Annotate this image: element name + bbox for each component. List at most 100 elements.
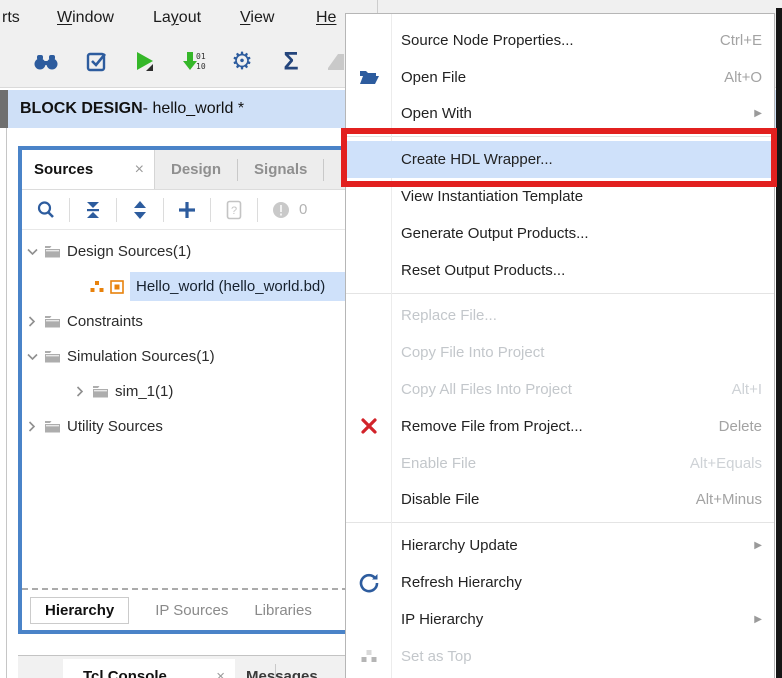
- menu-help-partial[interactable]: He: [316, 0, 336, 36]
- tree-item-design-sources[interactable]: Design Sources (1): [22, 234, 348, 269]
- menu-item-refresh-hierarchy[interactable]: Refresh Hierarchy: [346, 564, 774, 601]
- menu-item-view-instantiation-template[interactable]: View Instantiation Template: [346, 178, 774, 215]
- svg-text:01: 01: [196, 52, 206, 61]
- folder-icon: [44, 420, 61, 433]
- toolbar-separator: [210, 198, 211, 222]
- clipped-gray-icon[interactable]: [326, 52, 344, 72]
- validate-design-icon[interactable]: [85, 51, 109, 73]
- menu-item-generate-output-products[interactable]: Generate Output Products...: [346, 215, 774, 252]
- menu-window[interactable]: Window: [57, 0, 114, 36]
- menu-view[interactable]: View: [240, 0, 274, 36]
- toolbar-separator: [116, 198, 117, 222]
- clipped-red-icon[interactable]: [0, 50, 8, 74]
- run-icon[interactable]: [133, 50, 157, 74]
- tree-item-simulation-sources[interactable]: Simulation Sources (1): [22, 339, 348, 374]
- tree-item-sim-1[interactable]: sim_1 (1): [22, 374, 348, 409]
- menu-layout[interactable]: Layout: [153, 0, 201, 36]
- tree-item-hello-world[interactable]: Hello_world (hello_world.bd): [22, 269, 348, 304]
- messages-count: 0: [299, 201, 307, 218]
- chevron-right-icon[interactable]: [74, 386, 86, 397]
- svg-text:?: ?: [231, 205, 237, 217]
- folder-icon: [44, 315, 61, 328]
- chevron-right-icon[interactable]: [26, 421, 38, 432]
- block-design-title: BLOCK DESIGN: [20, 100, 143, 118]
- menu-reports-partial[interactable]: rts: [2, 0, 20, 36]
- generate-bitstream-icon[interactable]: 01 10: [181, 50, 207, 74]
- sources-view-tabs: Hierarchy IP Sources Libraries: [22, 591, 348, 629]
- submenu-arrow-icon: ▶: [754, 108, 762, 119]
- find-icon[interactable]: [33, 53, 59, 71]
- menu-item-hierarchy-update[interactable]: Hierarchy Update ▶: [346, 527, 774, 564]
- block-design-icon: [90, 280, 104, 293]
- panel-dashed-divider: [22, 588, 348, 590]
- menu-item-enable-file: Enable File Alt+Equals: [346, 445, 774, 482]
- sources-toolbar: ? 0: [22, 190, 348, 230]
- menu-item-copy-all-files-into-project: Copy All Files Into Project Alt+I: [346, 371, 774, 408]
- folder-open-icon: [355, 65, 383, 89]
- sources-panel: Sources × Design Signals: [18, 146, 352, 634]
- menu-separator: [346, 293, 774, 294]
- panel-edge-block: [0, 90, 8, 128]
- menu-item-source-node-properties[interactable]: Source Node Properties... Ctrl+E: [346, 22, 774, 59]
- sources-tree: Design Sources (1) Hello_world (hello_wo…: [22, 234, 348, 444]
- close-icon[interactable]: ×: [135, 161, 144, 179]
- menu-item-open-with[interactable]: Open With ▶: [346, 96, 774, 133]
- submenu-arrow-icon: ▶: [754, 614, 762, 625]
- tab-sources[interactable]: Sources ×: [22, 150, 154, 189]
- svg-text:10: 10: [196, 62, 206, 71]
- search-icon[interactable]: [34, 198, 58, 222]
- shortcut-label: Alt+Equals: [690, 455, 762, 472]
- remove-x-icon: [355, 414, 383, 438]
- chevron-down-icon[interactable]: [26, 248, 38, 256]
- menu-separator: [346, 522, 774, 523]
- folder-icon: [44, 350, 61, 363]
- toolbar-separator: [163, 198, 164, 222]
- set-as-top-icon: [355, 644, 383, 668]
- tab-tcl-console[interactable]: Tcl Console ×: [63, 659, 235, 678]
- menu-item-open-file[interactable]: Open File Alt+O: [346, 59, 774, 96]
- menu-item-ip-hierarchy[interactable]: IP Hierarchy ▶: [346, 601, 774, 638]
- tab-separator: [323, 159, 324, 181]
- menu-separator: [346, 136, 774, 137]
- collapse-all-icon[interactable]: [81, 198, 105, 222]
- docked-panel-edge: [6, 128, 7, 678]
- toolbar-separator: [69, 198, 70, 222]
- tab-ip-sources[interactable]: IP Sources: [155, 602, 228, 619]
- menubar-separator: [377, 0, 378, 13]
- selected-tree-label: Hello_world (hello_world.bd): [130, 272, 348, 301]
- tab-design[interactable]: Design: [154, 150, 237, 189]
- menu-item-copy-file-into-project: Copy File Into Project: [346, 334, 774, 371]
- tab-hierarchy[interactable]: Hierarchy: [30, 597, 129, 624]
- menu-item-replace-file: Replace File...: [346, 298, 774, 335]
- menu-item-remove-file-from-project[interactable]: Remove File from Project... Delete: [346, 408, 774, 445]
- settings-gear-icon[interactable]: ⚙: [229, 50, 255, 74]
- shortcut-label: Alt+O: [724, 69, 762, 86]
- menu-item-create-hdl-wrapper[interactable]: Create HDL Wrapper...: [346, 141, 774, 178]
- console-panel: Tcl Console × Messages: [18, 655, 352, 678]
- menu-item-disable-file[interactable]: Disable File Alt+Minus: [346, 482, 774, 519]
- submenu-arrow-icon: ▶: [754, 540, 762, 551]
- tab-signals[interactable]: Signals: [238, 150, 323, 189]
- context-menu: Source Node Properties... Ctrl+E Open Fi…: [345, 13, 775, 678]
- screen-right-edge: [776, 8, 782, 678]
- tab-messages[interactable]: Messages: [246, 668, 318, 678]
- block-design-subtitle: - hello_world *: [143, 100, 244, 118]
- chevron-right-icon[interactable]: [26, 316, 38, 327]
- vivado-window: rts Window Layout View He 01 10 ⚙ Σ: [0, 0, 782, 678]
- close-icon[interactable]: ×: [216, 668, 225, 678]
- expand-all-icon[interactable]: [128, 198, 152, 222]
- tree-item-utility-sources[interactable]: Utility Sources: [22, 409, 348, 444]
- report-sigma-icon[interactable]: Σ: [279, 49, 303, 74]
- help-doc-icon: ?: [222, 198, 246, 222]
- shortcut-label: Delete: [719, 418, 762, 435]
- menu-item-set-as-top: Set as Top: [346, 638, 774, 675]
- menu-item-reset-output-products[interactable]: Reset Output Products...: [346, 252, 774, 289]
- add-sources-icon[interactable]: [175, 198, 199, 222]
- shortcut-label: Alt+I: [732, 381, 762, 398]
- tab-separator: [275, 664, 276, 678]
- tree-item-constraints[interactable]: Constraints: [22, 304, 348, 339]
- tab-libraries[interactable]: Libraries: [254, 602, 312, 619]
- chevron-down-icon[interactable]: [26, 353, 38, 361]
- folder-icon: [92, 385, 109, 398]
- toolbar-separator: [257, 198, 258, 222]
